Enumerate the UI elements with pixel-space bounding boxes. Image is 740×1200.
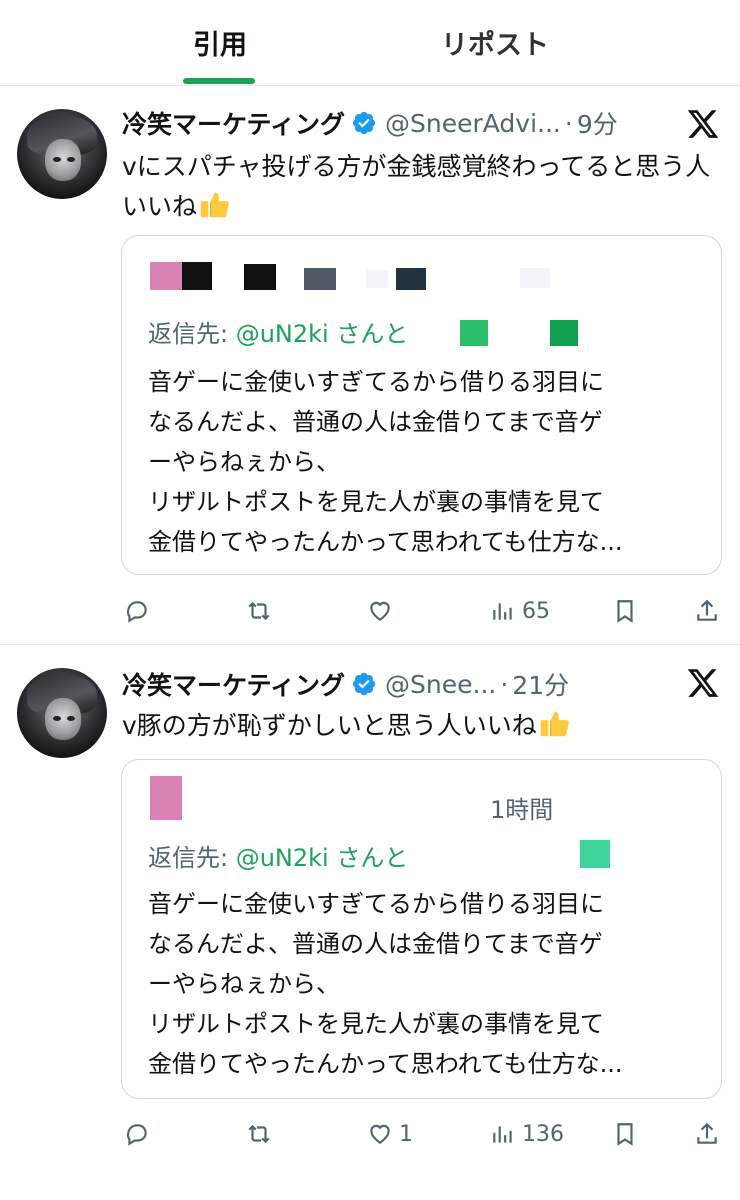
redacted-block: [520, 268, 550, 288]
tab-bar: 引用 リポスト: [0, 0, 740, 86]
tweet[interactable]: 冷笑マーケティング @SneerAdvi... · 9分 vにスパチャ投げる方が…: [0, 87, 740, 645]
quoted-text: 音ゲーに金使いすぎてるから借りる羽目に なるんだよ、普通の人は金借りてまで音ゲ …: [148, 890, 623, 1078]
verified-badge-icon: [352, 111, 376, 135]
x-logo-icon: [687, 110, 719, 138]
avatar[interactable]: [17, 668, 107, 758]
quoted-text: 音ゲーに金使いすぎてるから借りる羽目に なるんだよ、普通の人は金借りてまで音ゲ …: [148, 368, 623, 556]
like-count: 1: [399, 1121, 413, 1147]
timestamp[interactable]: 9分: [577, 105, 618, 141]
share-button[interactable]: [694, 1114, 720, 1154]
display-name[interactable]: 冷笑マーケティング: [122, 105, 345, 141]
views-button[interactable]: 136: [490, 1114, 564, 1154]
redacted-block: [396, 268, 426, 290]
tweet-text: vにスパチャ投げる方が金銭感覚終わってると思う人いいね: [122, 152, 711, 221]
mention-link[interactable]: @uN2ki さんと: [236, 844, 409, 872]
reply-button[interactable]: [124, 1114, 150, 1154]
redacted-block: [182, 262, 212, 290]
avatar[interactable]: [17, 109, 107, 199]
reply-icon: [126, 1124, 147, 1146]
repost-button[interactable]: [246, 591, 272, 631]
reply-to-line: 返信先: @uN2ki さんと: [148, 320, 409, 348]
heart-icon: [370, 1124, 390, 1144]
repost-button[interactable]: [246, 1114, 272, 1154]
share-button[interactable]: [694, 591, 720, 631]
like-button[interactable]: 1: [367, 1114, 413, 1154]
views-count: 136: [522, 1121, 564, 1147]
tweet-header: 冷笑マーケティング @SneerAdvi... · 9分: [122, 103, 618, 143]
verified-badge-icon: [352, 672, 376, 696]
quoted-tweet[interactable]: 1時間 返信先: @uN2ki さんと 音ゲーに金使いすぎてるから借りる羽目に …: [121, 759, 722, 1099]
heart-icon: [370, 601, 390, 621]
redacted-block: [580, 840, 610, 868]
bookmark-button[interactable]: [612, 1114, 638, 1154]
thumbs-up-icon: [200, 192, 229, 218]
redacted-block: [460, 320, 488, 346]
tweet[interactable]: 冷笑マーケティング @Snee... · 21分 v豚の方が恥ずかしいと思う人い…: [0, 646, 740, 1200]
like-button[interactable]: [367, 591, 393, 631]
share-icon: [697, 599, 717, 621]
redacted-block: [550, 320, 578, 346]
redacted-avatar: [150, 262, 182, 290]
tweet-actions: 1 136: [0, 1114, 740, 1154]
reply-button[interactable]: [124, 591, 150, 631]
redacted-block: [366, 270, 388, 288]
separator-dot: ·: [500, 669, 509, 699]
timestamp[interactable]: 21分: [512, 666, 569, 702]
share-icon: [697, 1122, 717, 1144]
views-icon: [493, 1126, 512, 1143]
thumbs-up-icon: [540, 711, 569, 737]
bookmark-button[interactable]: [612, 591, 638, 631]
views-count: 65: [522, 598, 550, 624]
user-handle[interactable]: @Snee...: [385, 670, 496, 699]
quoted-timestamp[interactable]: 1時間: [490, 790, 553, 825]
bookmark-icon: [617, 1123, 633, 1146]
reply-icon: [126, 601, 147, 623]
redacted-block: [244, 264, 276, 290]
redacted-avatar: [150, 776, 182, 820]
tweet-actions: 65: [0, 591, 740, 631]
quoted-tweet[interactable]: 返信先: @uN2ki さんと 音ゲーに金使いすぎてるから借りる羽目に なるんだ…: [121, 235, 722, 575]
display-name[interactable]: 冷笑マーケティング: [122, 666, 345, 702]
separator-dot: ·: [564, 108, 573, 138]
views-button[interactable]: 65: [490, 591, 550, 631]
redacted-block: [304, 268, 336, 290]
bookmark-icon: [617, 600, 633, 623]
mention-link[interactable]: @uN2ki さんと: [236, 320, 409, 348]
repost-icon: [248, 601, 270, 621]
tweet-header: 冷笑マーケティング @Snee... · 21分: [122, 664, 569, 704]
repost-icon: [248, 1124, 270, 1144]
user-handle[interactable]: @SneerAdvi...: [385, 109, 561, 138]
reply-to-line: 返信先: @uN2ki さんと: [148, 844, 409, 872]
active-tab-indicator: [183, 78, 255, 84]
x-logo-icon: [687, 669, 719, 697]
tweet-text: v豚の方が恥ずかしいと思う人いいね: [122, 706, 722, 746]
tab-reposts[interactable]: リポスト: [400, 22, 590, 62]
tab-quotes[interactable]: 引用: [150, 22, 290, 62]
views-icon: [493, 603, 512, 620]
